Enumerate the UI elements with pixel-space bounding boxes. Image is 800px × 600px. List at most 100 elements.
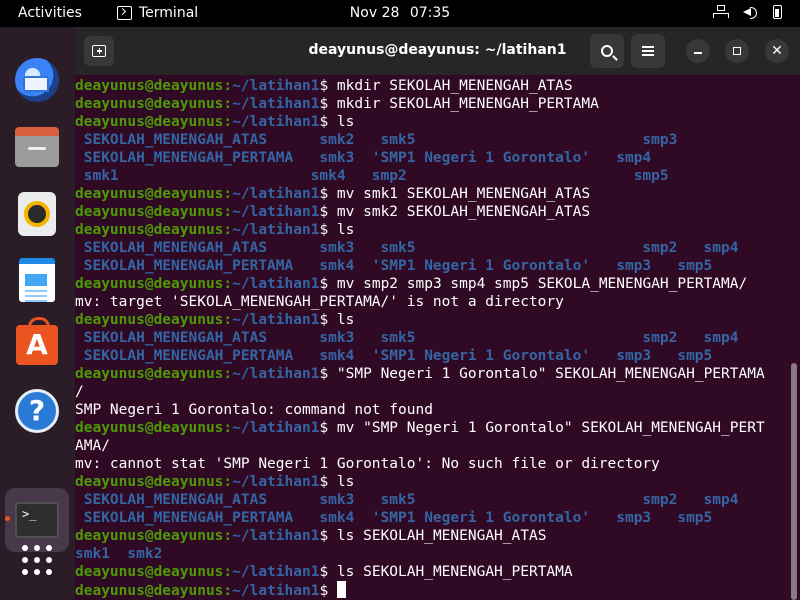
minimize-icon [694,52,702,54]
directory-listing: SEKOLAH_MENENGAH_ATAS smk2 smk5 smp3 [75,132,678,148]
window-titlebar[interactable]: deayunus@deayunus: ~/latihan1 ✕ [75,27,800,75]
dock-item-files[interactable] [13,123,61,171]
prompt-path: ~/latihan1 [232,204,320,220]
prompt-user: deayunus@deayunus [75,204,224,220]
files-icon [15,127,59,167]
dock-item-software[interactable]: A [13,317,61,369]
directory-listing: smk1 smk2 [75,546,163,562]
directory-listing: SEKOLAH_MENENGAH_ATAS smk3 smk5 smp2 smp… [75,330,739,346]
prompt-separator: : [223,96,233,112]
dock-item-thunderbird[interactable] [13,56,61,104]
menu-button[interactable] [631,34,665,68]
command-text: mv smk2 SEKOLAH_MENENGAH_ATAS [336,204,591,220]
show-apps-button[interactable] [13,536,61,584]
volume-icon[interactable] [743,5,757,19]
command-text: ls SEKOLAH_MENENGAH_PERTAMA [336,564,573,580]
prompt-dollar: $ [319,564,337,580]
prompt-line: deayunus@deayunus:~/latihan1$ mkdir SEKO… [75,95,787,113]
software-icon: A [16,317,58,365]
prompt-path: ~/latihan1 [232,420,320,436]
close-button[interactable]: ✕ [765,39,789,63]
ls-output-line: smk1 smk2 [75,545,787,563]
prompt-path: ~/latihan1 [232,114,320,130]
scrollbar[interactable] [791,363,797,600]
system-tray[interactable] [713,5,782,19]
prompt-dollar: $ [319,474,337,490]
dock: A ? >_ [0,27,75,600]
prompt-line: deayunus@deayunus:~/latihan1$ [75,581,787,599]
command-text: ls [336,474,355,490]
maximize-button[interactable] [725,39,749,63]
search-button[interactable] [590,34,624,68]
ls-output-line: smk1 smk4 smp2 smp5 [75,167,787,185]
prompt-path: ~/latihan1 [232,186,320,202]
command-text: ls [336,222,355,238]
minimize-button[interactable] [686,39,710,63]
prompt-user: deayunus@deayunus [75,276,224,292]
prompt-separator: : [223,78,233,94]
prompt-line: deayunus@deayunus:~/latihan1$ mv "SMP Ne… [75,419,787,437]
running-indicator [5,516,10,521]
dock-item-writer[interactable] [13,256,61,304]
prompt-line: deayunus@deayunus:~/latihan1$ "SMP Neger… [75,365,787,383]
prompt-separator: : [223,474,233,490]
output-text: / [75,384,84,400]
prompt-dollar: $ [319,96,337,112]
search-icon [601,45,613,57]
dock-item-rhythmbox[interactable] [13,190,61,238]
rhythmbox-icon [18,192,56,236]
output-line: mv: cannot stat 'SMP Negeri 1 Gorontalo'… [75,455,787,473]
prompt-user: deayunus@deayunus [75,78,224,94]
prompt-dollar: $ [319,528,337,544]
directory-listing: SEKOLAH_MENENGAH_ATAS smk3 smk5 smp2 smp… [75,492,739,508]
prompt-line: deayunus@deayunus:~/latihan1$ mv smp2 sm… [75,275,787,293]
clock-time: 07:35 [409,5,451,21]
writer-icon [19,258,55,302]
prompt-user: deayunus@deayunus [75,96,224,112]
output-text: mv: target 'SEKOLA_MENENGAH_PERTAMA/' is… [75,294,564,310]
prompt-separator: : [223,420,233,436]
directory-listing: SEKOLAH_MENENGAH_PERTAMA smk3 'SMP1 Nege… [75,150,652,166]
ls-output-line: SEKOLAH_MENENGAH_PERTAMA smk3 'SMP1 Nege… [75,149,787,167]
prompt-path: ~/latihan1 [232,222,320,238]
prompt-line: deayunus@deayunus:~/latihan1$ ls [75,113,787,131]
battery-icon[interactable] [773,5,782,19]
prompt-line: deayunus@deayunus:~/latihan1$ ls [75,221,787,239]
command-text: ls SEKOLAH_MENENGAH_ATAS [336,528,547,544]
command-text: "SMP Negeri 1 Gorontalo" SEKOLAH_MENENGA… [336,366,765,382]
text-cursor [336,581,346,598]
prompt-path: ~/latihan1 [232,96,320,112]
top-bar: Activities Terminal Nov 28 07:35 [0,0,800,27]
prompt-separator: : [223,222,233,238]
prompt-dollar: $ [319,186,337,202]
output-text: AMA/ [75,438,110,454]
command-text: mv "SMP Negeri 1 Gorontalo" SEKOLAH_MENE… [336,420,765,436]
show-apps-icon [20,543,54,577]
prompt-user: deayunus@deayunus [75,366,224,382]
ls-output-line: SEKOLAH_MENENGAH_ATAS smk2 smk5 smp3 [75,131,787,149]
prompt-user: deayunus@deayunus [75,186,224,202]
prompt-dollar: $ [319,583,337,599]
prompt-dollar: $ [319,366,337,382]
output-line: mv: target 'SEKOLA_MENENGAH_PERTAMA/' is… [75,293,787,311]
prompt-line: deayunus@deayunus:~/latihan1$ mv smk1 SE… [75,185,787,203]
output-line: AMA/ [75,437,787,455]
close-icon: ✕ [771,43,783,59]
prompt-separator: : [223,114,233,130]
prompt-path: ~/latihan1 [232,276,320,292]
prompt-separator: : [223,366,233,382]
directory-listing: SEKOLAH_MENENGAH_ATAS smk3 smk5 smp2 smp… [75,240,739,256]
hamburger-icon [642,50,654,52]
command-text: mkdir SEKOLAH_MENENGAH_ATAS [336,78,573,94]
dock-item-help[interactable]: ? [13,387,61,435]
maximize-icon [733,47,741,55]
terminal-output[interactable]: deayunus@deayunus:~/latihan1$ mkdir SEKO… [75,75,787,600]
prompt-line: deayunus@deayunus:~/latihan1$ ls SEKOLAH… [75,527,787,545]
prompt-user: deayunus@deayunus [75,420,224,436]
prompt-line: deayunus@deayunus:~/latihan1$ ls SEKOLAH… [75,563,787,581]
prompt-line: deayunus@deayunus:~/latihan1$ mkdir SEKO… [75,77,787,95]
prompt-separator: : [223,528,233,544]
ls-output-line: SEKOLAH_MENENGAH_PERTAMA smk4 'SMP1 Nege… [75,509,787,527]
network-icon[interactable] [713,5,729,19]
clock[interactable]: Nov 28 07:35 [0,5,800,21]
